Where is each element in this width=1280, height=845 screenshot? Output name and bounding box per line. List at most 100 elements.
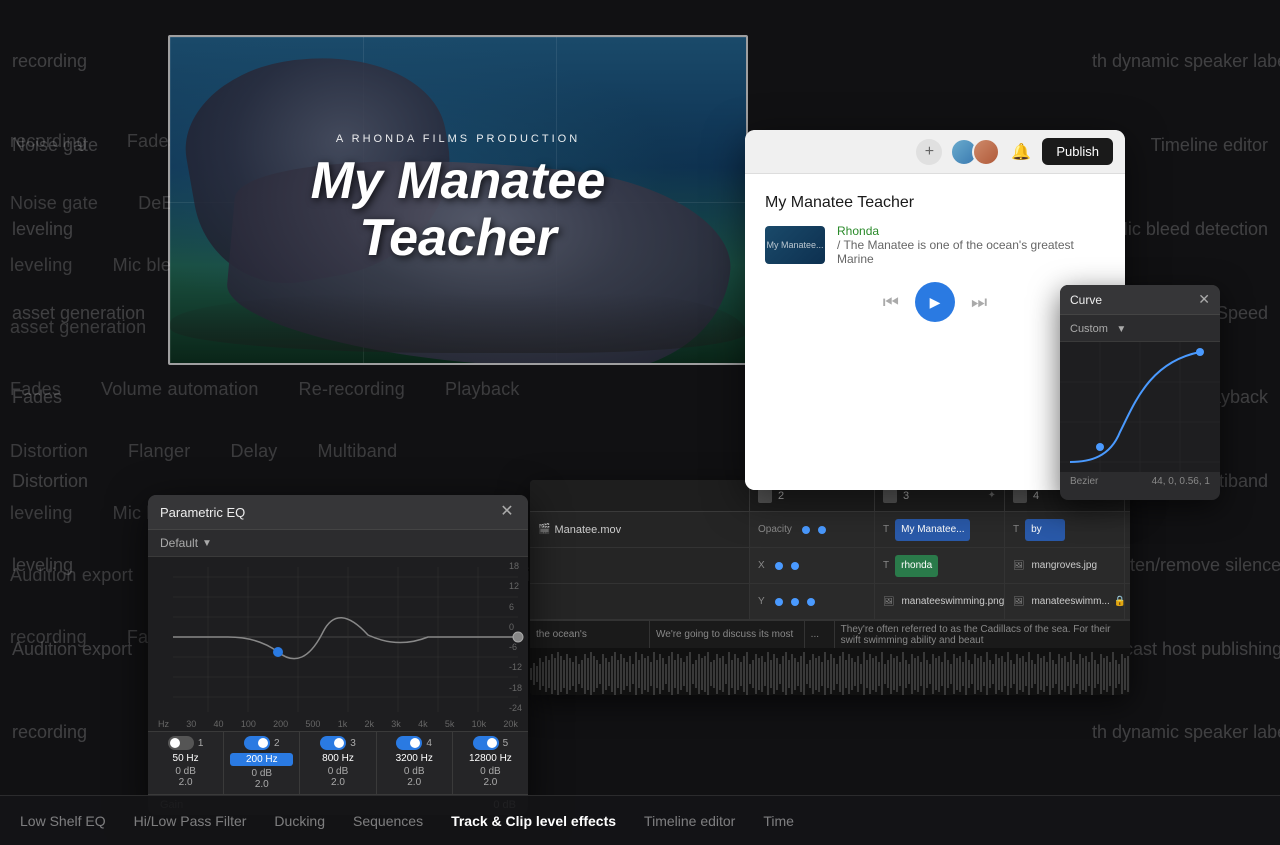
eq-band-4-switch[interactable] — [396, 736, 422, 750]
freq-1k: 1k — [338, 719, 348, 729]
freq-30: 30 — [186, 719, 196, 729]
nav-item-time[interactable]: Time — [763, 813, 794, 829]
freq-100: 100 — [241, 719, 256, 729]
add-button[interactable]: + — [916, 139, 942, 165]
eq-preset-selector[interactable]: Default ▼ — [148, 530, 528, 557]
video-main-title: My ManateeTeacher — [311, 153, 606, 267]
left-label-recording2: recording — [0, 714, 155, 751]
eq-band-1-width: 2.0 — [154, 777, 217, 788]
play-button[interactable]: ▶ — [915, 282, 955, 322]
rocks-shape — [170, 293, 746, 353]
timeline-window: 2 3 ✦ 4 🎬 Manatee.mov Opacity T My Manat… — [530, 480, 1130, 695]
left-sidebar-labels: recording Noise gate leveling asset gene… — [0, 0, 155, 795]
curve-title: Curve — [1070, 293, 1102, 307]
eq-band-3-switch[interactable] — [320, 736, 346, 750]
eq-band-3-toggle: 3 — [306, 736, 369, 750]
eq-band-3-gain: 0 dB — [306, 766, 369, 777]
tl-manateeswimming: manateeswimming.png — [901, 596, 1004, 607]
tl-landscape-icon: 🖼 — [1013, 560, 1024, 571]
freq-40: 40 — [214, 719, 224, 729]
eq-band-2-switch[interactable] — [244, 736, 270, 750]
subtitle-row: the ocean's We're going to discuss its m… — [530, 620, 1130, 648]
left-label-recording: recording — [0, 43, 155, 80]
keyframe-dot — [775, 562, 783, 570]
sub-2: We're going to discuss its most — [650, 621, 805, 648]
bg-text-item: Re-recording — [299, 379, 405, 400]
eq-band-1-gain: 0 dB — [154, 766, 217, 777]
eq-band-5-switch[interactable] — [473, 736, 499, 750]
eq-band-3-freq: 800 Hz — [306, 753, 369, 764]
curve-close-button[interactable]: ✕ — [1198, 291, 1210, 308]
curve-titlebar: Curve ✕ — [1060, 285, 1220, 315]
eq-band-1: 1 50 Hz 0 dB 2.0 — [148, 732, 224, 794]
tl-r1-filename: Manatee.mov — [554, 524, 621, 536]
eq-band-3-num: 3 — [350, 738, 356, 749]
browser-toolbar: + 🔔 Publish — [745, 130, 1125, 174]
keyframe-dot — [775, 598, 783, 606]
keyframe-dot — [807, 598, 815, 606]
skip-forward-button[interactable]: ⏭ — [971, 292, 987, 313]
bg-text-item: Delay — [230, 441, 277, 462]
db-label-n18: -18 — [509, 683, 522, 693]
eq-close-button[interactable]: ✕ — [498, 503, 516, 521]
tl-t-icon3: T — [883, 560, 889, 571]
thumb-label: My Manatee... — [766, 240, 823, 250]
eq-db-labels: 18 12 6 0 -6 -12 -18 -24 — [509, 557, 522, 717]
nav-item-track-clip[interactable]: Track & Clip level effects — [451, 813, 616, 829]
bg-text-item: Playback — [445, 379, 520, 400]
nav-item-ducking[interactable]: Ducking — [274, 813, 325, 829]
eq-band-1-num: 1 — [198, 738, 204, 749]
tl-lock-icon: 🔒 — [1114, 596, 1125, 607]
nav-item-sequences[interactable]: Sequences — [353, 813, 423, 829]
tl-star: ✦ — [988, 490, 996, 501]
nav-item-hilow[interactable]: Hi/Low Pass Filter — [134, 813, 247, 829]
tl-icon-1 — [758, 489, 772, 503]
avatar-2 — [972, 138, 1000, 166]
tl-col-label-1: 2 — [778, 490, 784, 502]
freq-2k: 2k — [365, 719, 375, 729]
publish-button[interactable]: Publish — [1042, 138, 1113, 165]
nav-item-low-shelf[interactable]: Low Shelf EQ — [20, 813, 106, 829]
eq-band-4-width: 2.0 — [383, 777, 446, 788]
eq-band-5-toggle: 5 — [459, 736, 522, 750]
right-label-dynamic: th dynamic speaker labels — [1080, 43, 1280, 80]
video-subtitle: A RHONDA FILMS PRODUCTION — [311, 133, 606, 145]
bell-icon[interactable]: 🔔 — [1008, 139, 1034, 165]
eq-band-4-num: 4 — [426, 738, 432, 749]
eq-band-5-width: 2.0 — [459, 777, 522, 788]
curve-preset[interactable]: Custom ▼ — [1060, 315, 1220, 342]
left-label-asset-gen: asset generation — [0, 295, 155, 332]
freq-5k: 5k — [445, 719, 455, 729]
tl-t-icon: T — [883, 524, 889, 535]
description: / The Manatee is one of the ocean's grea… — [837, 238, 1105, 266]
db-label-6: 6 — [509, 602, 522, 612]
left-label-noise-gate: Noise gate — [0, 127, 155, 164]
tl-r2-c2: X — [750, 548, 875, 583]
eq-bands: 1 50 Hz 0 dB 2.0 2 200 Hz 0 dB 2.0 3 800… — [148, 731, 528, 794]
freq-500: 500 — [305, 719, 320, 729]
waveform-strip — [530, 648, 1130, 695]
bottom-nav: Low Shelf EQ Hi/Low Pass Filter Ducking … — [0, 795, 1280, 845]
eq-band-2-width: 2.0 — [230, 779, 293, 790]
eq-band-3: 3 800 Hz 0 dB 2.0 — [300, 732, 376, 794]
eq-band-1-switch[interactable] — [168, 736, 194, 750]
tl-manateeswimm2: manateeswimm... — [1031, 596, 1109, 607]
eq-band-4: 4 3200 Hz 0 dB 2.0 — [377, 732, 453, 794]
tl-r1-c3: T My Manatee... — [875, 512, 1005, 547]
left-label-audition: Audition export — [0, 631, 155, 668]
freq-10k: 10k — [472, 719, 487, 729]
eq-band-2-gain: 0 dB — [230, 768, 293, 779]
avatar-group — [950, 138, 1000, 166]
eq-window: Parametric EQ ✕ Default ▼ — [148, 495, 528, 815]
db-label-18: 18 — [509, 561, 522, 571]
skip-back-button[interactable]: ⏮ — [883, 292, 899, 313]
tl-r1-c2: Opacity — [750, 512, 875, 547]
content-title: My Manatee Teacher — [765, 194, 1105, 212]
nav-item-timeline[interactable]: Timeline editor — [644, 813, 735, 829]
timeline-row-2: X T rhonda 🖼 mangroves.jpg — [530, 548, 1130, 584]
eq-band-2-freq[interactable]: 200 Hz — [230, 753, 293, 766]
timeline-row-1: 🎬 Manatee.mov Opacity T My Manatee... T … — [530, 512, 1130, 548]
tl-col-label-2: 3 — [903, 490, 909, 502]
freq-200: 200 — [273, 719, 288, 729]
curve-preset-arrow: ▼ — [1116, 324, 1126, 335]
